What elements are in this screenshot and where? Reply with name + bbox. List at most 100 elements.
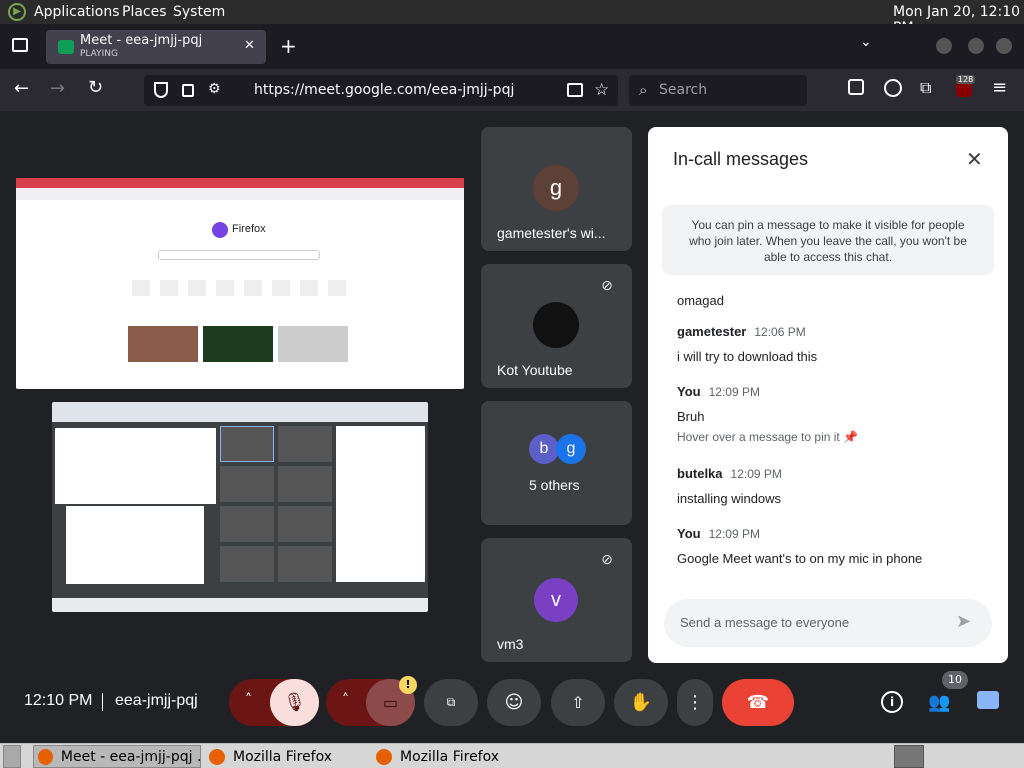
participant-name: Kot Youtube xyxy=(497,362,573,378)
pocket-icon[interactable] xyxy=(848,79,864,95)
mic-group: ˄ 🎙 xyxy=(229,679,319,726)
share-news-3 xyxy=(278,326,348,362)
message-4[interactable]: butelka 12:09 PM installing windows xyxy=(677,465,782,506)
camera-options-chevron-icon[interactable]: ˄ xyxy=(342,692,349,708)
participant-tile-others[interactable]: b g 5 others xyxy=(481,401,632,525)
tab-title: Meet - eea-jmjj-pqj xyxy=(80,33,203,48)
places-menu[interactable]: Places xyxy=(122,4,167,20)
send-icon[interactable]: ➤ xyxy=(956,611,971,632)
account-icon[interactable] xyxy=(884,79,902,97)
warning-badge: ! xyxy=(399,676,417,694)
meeting-time: 12:10 PM xyxy=(24,692,93,709)
chat-title: In-call messages xyxy=(673,149,809,169)
timestamp: 12:09 PM xyxy=(730,467,782,481)
share2-tile-2 xyxy=(278,426,332,462)
message-2[interactable]: gametester 12:06 PM i will try to downloa… xyxy=(677,323,817,364)
avatar-g: g xyxy=(556,434,586,464)
timestamp: 12:09 PM xyxy=(708,527,760,541)
tab-meet[interactable]: Meet - eea-jmjj-pqj PLAYING ✕ xyxy=(46,30,266,64)
permissions-icon[interactable]: ⚙ xyxy=(208,81,221,97)
share2-tile-7 xyxy=(220,546,274,582)
window-close-button[interactable] xyxy=(996,38,1012,54)
share2-taskbar xyxy=(52,598,428,612)
taskbar-item-firefox-2[interactable]: Mozilla Firefox xyxy=(372,745,534,768)
reader-view-icon[interactable] xyxy=(567,83,583,97)
meeting-info-icon[interactable]: i xyxy=(881,691,903,713)
share-firefox-logo-icon xyxy=(212,222,228,238)
avatar: v xyxy=(534,578,578,622)
leave-call-button[interactable]: ☎ xyxy=(722,679,794,726)
extensions-icon[interactable]: ⧉ xyxy=(920,78,931,98)
emoji-button[interactable]: ☺ xyxy=(487,679,541,726)
tab-close-icon[interactable]: ✕ xyxy=(244,38,255,53)
screen-share-main[interactable]: Firefox xyxy=(16,178,464,389)
avatar xyxy=(533,302,579,348)
workspace-switcher[interactable] xyxy=(894,745,924,768)
timestamp: 12:06 PM xyxy=(754,325,806,339)
forward-arrow-icon[interactable]: → xyxy=(50,78,65,99)
avatar: g xyxy=(533,165,579,211)
search-input[interactable]: Search xyxy=(659,82,707,98)
participant-tile-vm3[interactable]: ⊘ v vm3 xyxy=(481,538,632,662)
share2-tile-5 xyxy=(220,506,274,542)
lock-icon[interactable] xyxy=(182,84,194,97)
mic-toggle-button[interactable]: 🎙 xyxy=(270,679,319,726)
timestamp: 12:09 PM xyxy=(708,385,760,399)
message-1[interactable]: omagad xyxy=(677,285,724,308)
reload-icon[interactable]: ↻ xyxy=(88,77,103,98)
share2-tile-1 xyxy=(220,426,274,462)
menu-hamburger-icon[interactable]: ≡ xyxy=(992,77,1007,98)
share2-tile-8 xyxy=(278,546,332,582)
sender: You xyxy=(677,384,701,399)
people-icon[interactable]: 👥 xyxy=(928,692,950,713)
share2-browserbar xyxy=(52,402,428,422)
pin-icon[interactable]: 📌 xyxy=(843,430,858,444)
chat-icon[interactable] xyxy=(977,691,999,709)
message-3[interactable]: You 12:09 PM Bruh Hover over a message to… xyxy=(677,383,858,444)
share-shortcuts xyxy=(132,280,346,296)
shield-icon[interactable] xyxy=(154,82,168,98)
sender: gametester xyxy=(677,324,747,339)
bookmark-star-icon[interactable]: ☆ xyxy=(594,80,609,100)
ublock-badge: 128 xyxy=(956,75,976,84)
more-options-button[interactable]: ⋮ xyxy=(677,679,713,726)
new-tab-button[interactable]: + xyxy=(280,34,297,58)
participants-count-badge: 10 xyxy=(942,671,968,689)
captions-button[interactable]: ⧉ xyxy=(424,679,478,726)
mic-off-icon: ⊘ xyxy=(601,552,613,568)
firefox-icon xyxy=(38,748,53,765)
screen-share-secondary[interactable] xyxy=(52,402,428,612)
gnome-logo-icon[interactable]: ▶ xyxy=(8,3,26,21)
chat-input-placeholder: Send a message to everyone xyxy=(680,615,850,630)
raise-hand-button[interactable]: ✋ xyxy=(614,679,668,726)
message-5[interactable]: You 12:09 PM Google Meet want's to on my … xyxy=(677,525,922,566)
present-screen-button[interactable]: ⇧ xyxy=(551,679,605,726)
share-tabbar xyxy=(16,178,464,188)
avatar-b: b xyxy=(529,434,559,464)
url-text[interactable]: https://meet.google.com/eea-jmjj-pqj xyxy=(254,82,514,98)
share-news-1 xyxy=(128,326,198,362)
close-icon[interactable]: ✕ xyxy=(966,147,983,172)
share2-inner xyxy=(66,506,204,584)
applications-menu[interactable]: Applications xyxy=(34,4,120,20)
search-bar[interactable]: ⌕ Search xyxy=(629,75,807,106)
pin-notice: You can pin a message to make it visible… xyxy=(662,205,994,275)
tab-list-chevron-icon[interactable]: ⌄ xyxy=(860,34,872,50)
share2-tile-4 xyxy=(278,466,332,502)
url-bar[interactable]: ⚙ https://meet.google.com/eea-jmjj-pqj ☆ xyxy=(144,75,618,106)
participant-tile-gametester[interactable]: g gametester's wi... xyxy=(481,127,632,251)
window-minimize-button[interactable] xyxy=(936,38,952,54)
tab-status: PLAYING xyxy=(80,49,118,59)
tab-overview-icon[interactable] xyxy=(12,38,28,52)
window-maximize-button[interactable] xyxy=(968,38,984,54)
back-arrow-icon[interactable]: ← xyxy=(14,78,29,99)
firefox-icon xyxy=(209,748,225,765)
chat-input[interactable]: Send a message to everyone ➤ xyxy=(664,599,992,647)
taskbar-item-meet[interactable]: Meet - eea-jmjj-pqj ... xyxy=(33,745,201,768)
system-menu[interactable]: System xyxy=(173,4,225,20)
taskbar-item-firefox-1[interactable]: Mozilla Firefox xyxy=(205,745,367,768)
mic-options-chevron-icon[interactable]: ˄ xyxy=(245,692,252,708)
participant-tile-kot-youtube[interactable]: ⊘ Kot Youtube xyxy=(481,264,632,388)
show-desktop-icon[interactable] xyxy=(3,745,21,768)
meeting-code: eea-jmjj-pqj xyxy=(115,692,198,709)
